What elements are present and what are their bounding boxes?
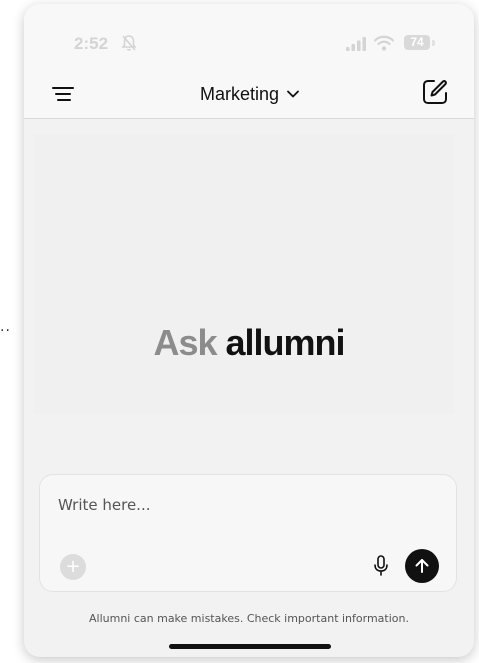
add-button[interactable]: + (60, 554, 86, 580)
message-composer: + (39, 474, 457, 592)
status-time: 2:52 (74, 34, 109, 53)
wifi-icon (374, 35, 394, 51)
send-arrow-icon (415, 559, 429, 573)
battery-icon: 74 (404, 35, 430, 50)
hero-heading: Ask allumni (24, 322, 474, 364)
app-screen: 2:52 74 Marketing Ask allumni Write here… (24, 4, 474, 657)
menu-icon[interactable] (50, 81, 76, 107)
hero-ask: Ask (153, 322, 217, 363)
hero-brand: allumni (225, 322, 346, 363)
compose-icon[interactable] (420, 77, 450, 107)
bell-slash-icon (121, 35, 137, 51)
top-nav: Marketing (24, 76, 474, 119)
battery-tip (432, 40, 435, 46)
workspace-label: Marketing (200, 83, 280, 104)
overflow-dots: ·· (0, 323, 11, 339)
chat-area (34, 134, 454, 414)
microphone-icon[interactable] (373, 555, 389, 577)
workspace-selector[interactable]: Marketing (200, 80, 300, 108)
signal-icon (346, 37, 366, 51)
message-input[interactable] (58, 489, 438, 521)
disclaimer-text: Allumni can make mistakes. Check importa… (89, 612, 409, 625)
chevron-down-icon (287, 90, 299, 98)
add-icon: + (65, 556, 81, 577)
status-bar: 2:52 74 (24, 4, 474, 76)
home-indicator (169, 644, 331, 649)
send-button[interactable] (405, 549, 439, 583)
